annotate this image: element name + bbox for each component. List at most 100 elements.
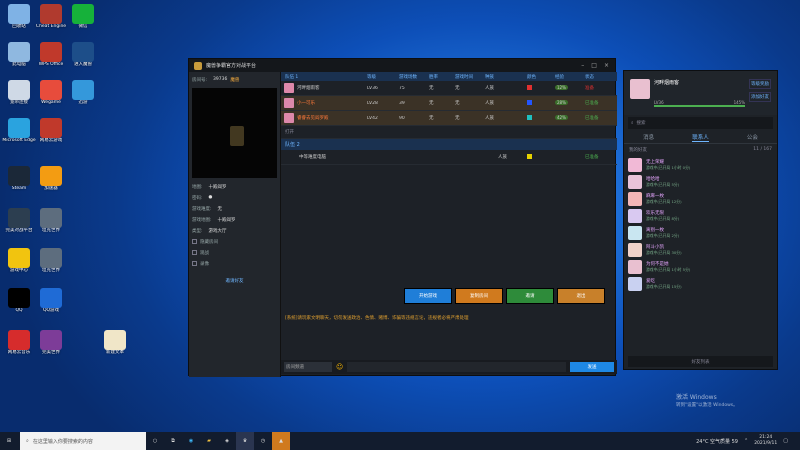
- desktop-icon[interactable]: 游戏中心: [2, 248, 36, 274]
- table-row[interactable]: 小一可乐 LV28 39 无无人族 28% 已准备: [281, 96, 617, 111]
- room-info-row[interactable]: 类型: 游戏大厅: [189, 225, 280, 236]
- desktop-icon[interactable]: 完美对战平台: [2, 208, 36, 234]
- friend-item[interactable]: 欢乐无限 游戏中(已开局 8分): [624, 207, 777, 224]
- room-info: 地图: 十殿阎罗 密码: ● 游戏难度: 无游戏地图: 十殿阎罗 类型: 游戏大厅: [189, 181, 280, 236]
- table-row[interactable]: 中等难度电脑 人族 已准备: [281, 150, 617, 165]
- desktop-icon[interactable]: 完美世界: [34, 330, 68, 356]
- room-info-row[interactable]: 地图: 十殿阎罗: [189, 181, 280, 192]
- desktop-icon-label: 完美对战平台: [5, 228, 33, 233]
- app-icon: [72, 42, 94, 62]
- tab-guild[interactable]: 公会: [747, 133, 758, 141]
- desktop-icon-label: Cheat Engine: [35, 24, 67, 29]
- room-info-row[interactable]: 游戏地图: 十殿阎罗: [189, 214, 280, 225]
- friend-list: 无上荣耀 游戏中(已开局 1小时 0分) 哈哈哈 游戏中(已开局 5分) 麻麻一枚 游戏中…: [624, 156, 777, 292]
- notification-icon[interactable]: ▢: [783, 438, 788, 444]
- table-row[interactable]: 河畔烟雨客 LV36 75 无无人族 12% 准备: [281, 81, 617, 96]
- color-swatch: [527, 114, 532, 120]
- friend-item[interactable]: 麻麻一枚 游戏中(已开局 12分): [624, 190, 777, 207]
- level-reward-button[interactable]: 等级奖励: [749, 79, 771, 89]
- desktop-icon[interactable]: 微信: [66, 4, 100, 30]
- window-title: 魔兽争霸官方对战平台: [206, 63, 257, 69]
- app-icon: [104, 330, 126, 350]
- color-swatch: [527, 99, 532, 105]
- friend-item[interactable]: 为何不是她 游戏中(已开局 1小时 5分): [624, 258, 777, 275]
- quit-button[interactable]: 退出: [557, 288, 605, 304]
- desktop-icon[interactable]: Wegame: [34, 80, 68, 106]
- explorer-icon[interactable]: ▰: [200, 432, 218, 450]
- room-option-checkbox[interactable]: 隐藏房间: [189, 236, 280, 247]
- info-value: 游戏大厅: [208, 228, 227, 234]
- desktop-icon[interactable]: QQ: [2, 288, 36, 314]
- room-number-label: 房间号:: [192, 77, 208, 83]
- clock-app-icon[interactable]: ◷: [254, 432, 272, 450]
- friend-search[interactable]: ⌕ 搜索: [628, 117, 773, 129]
- taskbar-search[interactable]: ⌕ 在这里输入你要搜索的内容: [20, 432, 146, 450]
- desktop-icon[interactable]: Microsoft Edge: [2, 118, 36, 144]
- desktop-icon[interactable]: WPS Office: [34, 42, 68, 68]
- room-option-checkbox[interactable]: 观战: [189, 247, 280, 258]
- channel-select[interactable]: 房间频道: [284, 362, 332, 372]
- friend-item[interactable]: 无上荣耀 游戏中(已开局 1小时 0分): [624, 156, 777, 173]
- title-bar[interactable]: 魔兽争霸官方对战平台 – □ ×: [189, 59, 615, 72]
- chat-input[interactable]: [347, 362, 566, 372]
- cortana-icon[interactable]: ○: [146, 432, 164, 450]
- desktop-icon[interactable]: 新建文本: [98, 330, 132, 356]
- desktop-icon[interactable]: 宽带连接: [2, 80, 36, 106]
- desktop-icon[interactable]: 进入魔兽: [66, 42, 100, 68]
- invite-button[interactable]: 邀请: [506, 288, 554, 304]
- network-icon[interactable]: ⌃: [744, 438, 748, 444]
- desktop-icon[interactable]: 加速器: [34, 166, 68, 192]
- start-icon[interactable]: ⊞: [0, 432, 18, 450]
- friend-group[interactable]: 我的好友 11 / 167: [624, 144, 777, 156]
- action-buttons: 开始游戏 复制房间 邀请 退出: [404, 288, 605, 304]
- info-value: 十殿阎罗: [208, 184, 227, 190]
- info-label: 游戏地图:: [192, 217, 212, 223]
- add-friend-button[interactable]: 添加好友: [749, 92, 771, 102]
- taskbar: ⊞ ⌕ 在这里输入你要搜索的内容 ○ ⧉ ◉ ▰ ◈ ♛ ◷ ▲ 24°C 空气质…: [0, 432, 800, 450]
- friend-item[interactable]: 离别一枚 游戏中(已开局 2分): [624, 224, 777, 241]
- desktop-icon[interactable]: 网易云游戏: [34, 118, 68, 144]
- friend-item[interactable]: 哈哈哈 游戏中(已开局 5分): [624, 173, 777, 190]
- desktop-icon[interactable]: 迅游: [66, 80, 100, 106]
- team-table: 队伍 1 等级 游戏场数 胜率 游戏时间 种族 颜色 经验 状态 河畔烟雨客 LV…: [281, 72, 617, 165]
- tab-contacts[interactable]: 联系人: [692, 133, 709, 142]
- desktop-icon[interactable]: Cheat Engine: [34, 4, 68, 30]
- desktop-icon[interactable]: Steam: [2, 166, 36, 192]
- weather-text[interactable]: 24°C 空气质量 59: [696, 438, 738, 445]
- steam-icon[interactable]: ◈: [218, 432, 236, 450]
- avatar: [284, 83, 294, 93]
- send-button[interactable]: 发送: [570, 362, 614, 372]
- desktop-icon-label: 坦克世界: [42, 268, 60, 273]
- desktop-icon[interactable]: 此电脑: [2, 42, 36, 68]
- copy-room-button[interactable]: 复制房间: [455, 288, 503, 304]
- app-icon: [40, 330, 62, 350]
- tab-messages[interactable]: 消息: [643, 133, 654, 141]
- minimize-icon[interactable]: –: [581, 62, 584, 69]
- table-row[interactable]: 睿睿去见阎罗殿 LV42 90 无无人族 42% 已准备: [281, 111, 617, 126]
- invite-friend-link[interactable]: 邀请好友: [189, 275, 280, 286]
- start-game-button[interactable]: 开始游戏: [404, 288, 452, 304]
- desktop-icon-label: 宽带连接: [10, 100, 28, 105]
- open-slot-row[interactable]: 打开: [281, 126, 617, 139]
- desktop-icon[interactable]: 网易云音乐: [2, 330, 36, 356]
- wegame-icon[interactable]: ▲: [272, 432, 290, 450]
- emoji-icon[interactable]: ☺: [336, 363, 343, 371]
- desktop-icon[interactable]: 坦克世界: [34, 248, 68, 274]
- desktop-icon[interactable]: 坦克世界: [34, 208, 68, 234]
- edge-icon[interactable]: ◉: [182, 432, 200, 450]
- maximize-icon[interactable]: □: [591, 62, 597, 69]
- desktop-icon[interactable]: QQ游戏: [34, 288, 68, 314]
- avatar[interactable]: [630, 79, 650, 99]
- room-info-row[interactable]: 密码: ●: [189, 192, 280, 203]
- room-info-row[interactable]: 游戏难度: 无: [189, 203, 280, 214]
- warcraft-platform-icon[interactable]: ♛: [236, 432, 254, 450]
- friend-item[interactable]: 爱吃 游戏中(已开局 15分): [624, 275, 777, 292]
- desktop-icon[interactable]: 回收站: [2, 4, 36, 30]
- clock[interactable]: 21:24 2021/9/11: [754, 435, 777, 447]
- friend-list-footer[interactable]: 好友列表: [628, 356, 773, 367]
- room-option-checkbox[interactable]: 录像: [189, 258, 280, 269]
- close-icon[interactable]: ×: [604, 62, 609, 69]
- task-view-icon[interactable]: ⧉: [164, 432, 182, 450]
- app-icon: [8, 4, 30, 24]
- friend-item[interactable]: 阿斗小凯 游戏中(已开局 30分): [624, 241, 777, 258]
